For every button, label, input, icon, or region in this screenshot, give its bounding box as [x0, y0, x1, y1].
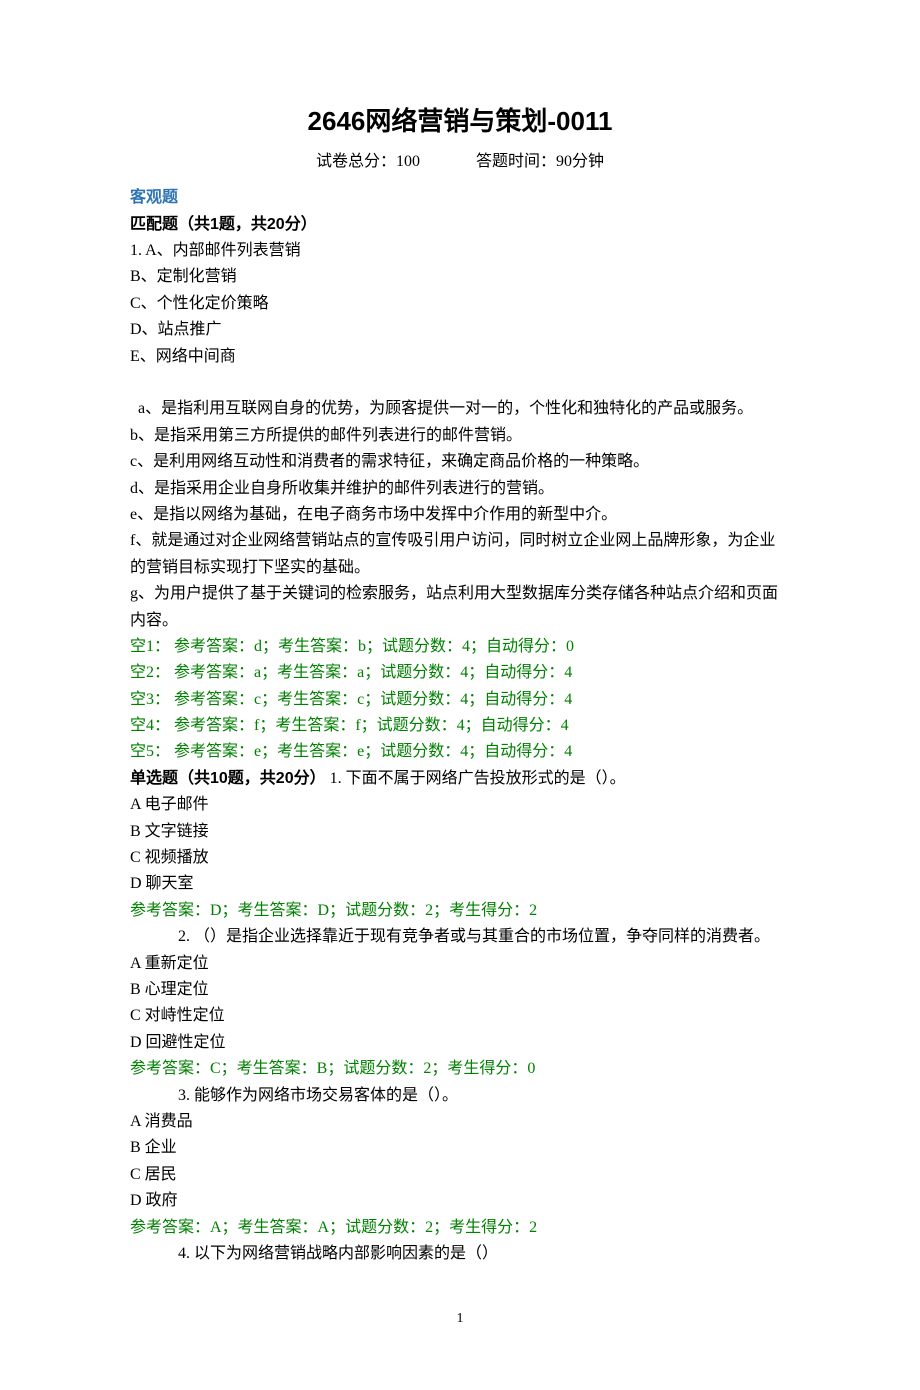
match-desc-e: e、是指以网络为基础，在电子商务市场中发挥中介作用的新型中介。	[130, 502, 790, 528]
q1-option-a: A 电子邮件	[130, 792, 790, 818]
match-blank-5-answer: 空5： 参考答案：e；考生答案：e；试题分数：4；自动得分：4	[130, 739, 790, 765]
q1-answer: 参考答案：D；考生答案：D；试题分数：2；考生得分：2	[130, 898, 790, 924]
q3-option-c: C 居民	[130, 1162, 790, 1188]
q1-option-b: B 文字链接	[130, 819, 790, 845]
match-option-d: D、站点推广	[130, 317, 790, 343]
match-option-a: 1. A、内部邮件列表营销	[130, 238, 790, 264]
exam-meta-row: 试卷总分：100 答题时间：90分钟	[130, 149, 790, 175]
match-desc-c: c、是利用网络互动性和消费者的需求特征，来确定商品价格的一种策略。	[130, 449, 790, 475]
match-desc-b: b、是指采用第三方所提供的邮件列表进行的邮件营销。	[130, 423, 790, 449]
total-score-label: 试卷总分：100	[316, 153, 420, 170]
q4-stem: 4. 以下为网络营销战略内部影响因素的是（）	[130, 1241, 790, 1267]
q1-stem: 1. 下面不属于网络广告投放形式的是（）。	[330, 770, 626, 787]
q2-stem: 2. （）是指企业选择靠近于现有竞争者或与其重合的市场位置，争夺同样的消费者。	[130, 924, 790, 950]
match-blank-2-answer: 空2： 参考答案：a；考生答案：a；试题分数：4；自动得分：4	[130, 660, 790, 686]
match-blank-4-answer: 空4： 参考答案：f；考生答案：f；试题分数：4；自动得分：4	[130, 713, 790, 739]
q3-stem: 3. 能够作为网络市场交易客体的是（）。	[130, 1083, 790, 1109]
match-desc-g: g、为用户提供了基于关键词的检索服务，站点利用大型数据库分类存储各种站点介绍和页…	[130, 581, 790, 634]
page-title: 2646网络营销与策划-0011	[130, 100, 790, 143]
match-option-c: C、个性化定价策略	[130, 291, 790, 317]
match-desc-f: f、就是通过对企业网络营销站点的宣传吸引用户访问，同时树立企业网上品牌形象，为企…	[130, 528, 790, 581]
objective-section-header: 客观题	[130, 185, 790, 211]
q2-option-d: D 回避性定位	[130, 1030, 790, 1056]
q1-option-c: C 视频播放	[130, 845, 790, 871]
match-desc-d: d、是指采用企业自身所收集并维护的邮件列表进行的营销。	[130, 476, 790, 502]
q2-option-b: B 心理定位	[130, 977, 790, 1003]
page-number: 1	[130, 1307, 790, 1330]
q3-option-d: D 政府	[130, 1188, 790, 1214]
time-limit-label: 答题时间：90分钟	[476, 153, 604, 170]
single-choice-row: 单选题（共10题，共20分） 1. 下面不属于网络广告投放形式的是（）。	[130, 766, 790, 792]
q2-option-a: A 重新定位	[130, 951, 790, 977]
q2-option-c: C 对峙性定位	[130, 1003, 790, 1029]
matching-section-header: 匹配题（共1题，共20分）	[130, 212, 790, 238]
q3-option-a: A 消费品	[130, 1109, 790, 1135]
match-option-b: B、定制化营销	[130, 264, 790, 290]
blank-line	[130, 370, 790, 396]
match-option-e: E、网络中间商	[130, 344, 790, 370]
q3-option-b: B 企业	[130, 1135, 790, 1161]
single-choice-header: 单选题（共10题，共20分）	[130, 766, 326, 792]
match-blank-1-answer: 空1： 参考答案：d；考生答案：b；试题分数：4；自动得分：0	[130, 634, 790, 660]
q2-answer: 参考答案：C；考生答案：B；试题分数：2；考生得分：0	[130, 1056, 790, 1082]
match-blank-3-answer: 空3： 参考答案：c；考生答案：c；试题分数：4；自动得分：4	[130, 687, 790, 713]
document-page: 2646网络营销与策划-0011 试卷总分：100 答题时间：90分钟 客观题 …	[0, 0, 920, 1390]
match-desc-a: a、是指利用互联网自身的优势，为顾客提供一对一的，个性化和独特化的产品或服务。	[130, 396, 790, 422]
q1-option-d: D 聊天室	[130, 871, 790, 897]
q3-answer: 参考答案：A；考生答案：A；试题分数：2；考生得分：2	[130, 1215, 790, 1241]
